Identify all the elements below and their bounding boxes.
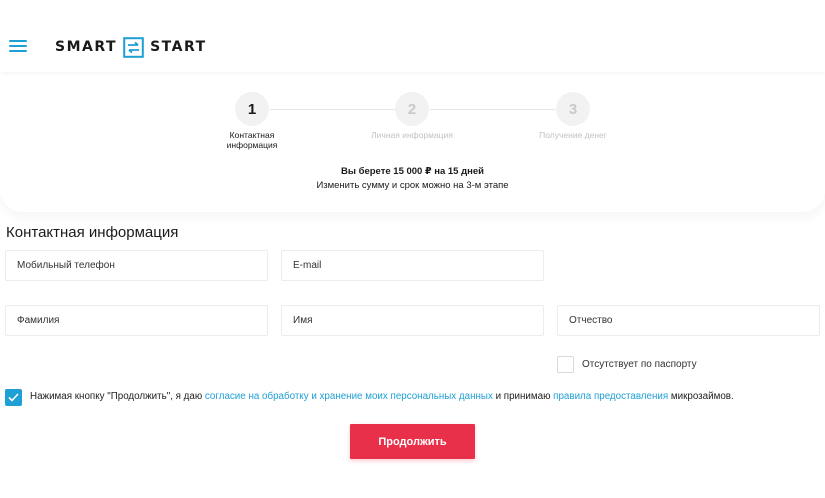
step-number: 3 — [556, 92, 590, 126]
consent-checkbox[interactable] — [5, 389, 22, 406]
continue-button[interactable]: Продолжить — [350, 424, 475, 459]
loan-change-note: Изменить сумму и срок можно на 3-м этапе — [316, 180, 509, 191]
step-2: 2 Личная информация — [352, 92, 472, 140]
step-3: 3 Получение денег — [513, 92, 633, 140]
logo-word-left: SMART — [55, 39, 118, 55]
step-label: Контактная информация — [192, 130, 312, 150]
phone-field[interactable]: Мобильный телефон — [5, 250, 268, 281]
firstname-field[interactable]: Имя — [281, 305, 544, 336]
menu-icon[interactable] — [9, 40, 27, 53]
logo-word-right: START — [150, 39, 207, 55]
no-middlename-checkbox[interactable] — [557, 356, 574, 373]
loan-summary: Вы берете 15 000 ₽ на 15 дней Изменить с… — [0, 165, 825, 193]
consent-text: Нажимая кнопку "Продолжить", я даю согла… — [30, 391, 734, 402]
consent-middle: и принимаю — [495, 391, 551, 402]
lastname-field[interactable]: Фамилия — [5, 305, 268, 336]
personal-data-consent-link[interactable]: согласие на обработку и хранение моих пе… — [205, 391, 493, 402]
site-header: SMART START — [0, 0, 825, 72]
step-label: Личная информация — [371, 130, 453, 140]
no-middlename-label[interactable]: Отсутствует по паспорту — [582, 359, 697, 370]
step-label-line: информация — [226, 140, 278, 150]
loan-amount-text: Вы берете 15 000 ₽ на 15 дней — [340, 166, 484, 177]
checkmark-icon — [8, 393, 19, 402]
email-field[interactable]: E-mail — [281, 250, 544, 281]
step-label-line: Контактная — [229, 130, 275, 140]
consent-suffix: микрозаймов. — [670, 391, 734, 402]
consent-prefix: Нажимая кнопку "Продолжить", я даю — [30, 391, 203, 402]
step-label: Получение денег — [539, 130, 607, 140]
stepper-card: 1 Контактная информация 2 Личная информа… — [0, 76, 825, 212]
section-title: Контактная информация — [6, 224, 179, 241]
step-number: 2 — [395, 92, 429, 126]
step-1: 1 Контактная информация — [192, 92, 312, 150]
loan-rules-link[interactable]: правила предоставления — [553, 391, 668, 402]
middlename-field[interactable]: Отчество — [557, 305, 820, 336]
logo[interactable]: SMART START — [55, 36, 207, 58]
logo-mark-icon — [123, 36, 144, 58]
step-number: 1 — [235, 92, 269, 126]
